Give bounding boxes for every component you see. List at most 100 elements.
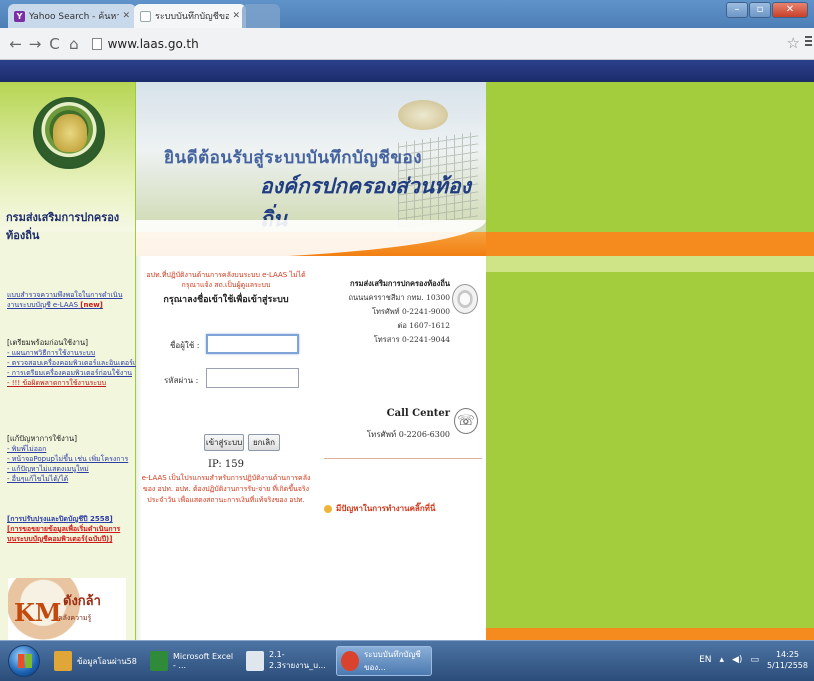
- call-center-phone: โทรศัพท์ 0-2206-6300: [366, 430, 450, 439]
- help-link-text: มีปัญหาในการทำงานคลิ๊กที่นี่: [336, 504, 436, 513]
- close-tab-icon[interactable]: ✕: [122, 11, 130, 21]
- problem-link[interactable]: - อื่นๆแก้ไขไม่ได้/ได้: [7, 474, 128, 484]
- login-button[interactable]: เข้าสู่ระบบ: [204, 434, 244, 451]
- problem-link[interactable]: - พิมพ์ไม่ออก: [7, 444, 128, 454]
- km-subtitle: ดังกล้า: [63, 594, 101, 609]
- km-banner[interactable]: KM ดังกล้า คลังความรู้: [8, 578, 126, 640]
- update-section: [การปรับปรุงและปิดบัญชีปี 2558] [การขอขย…: [7, 514, 120, 544]
- banner-line1: ยินดีต้อนรับสู่ระบบบันทึกบัญชีของ: [164, 148, 422, 168]
- show-hidden-icons-icon[interactable]: ▴: [719, 655, 724, 665]
- prepare-section: [เตรียมพร้อมก่อนใช้งาน] - แผนภาพวิธีการใ…: [7, 338, 145, 388]
- call-center-title: Call Center: [386, 408, 450, 419]
- back-arrow-icon[interactable]: ←: [6, 35, 25, 53]
- contact-fax: โทรสาร 0-2241-9044: [373, 335, 450, 344]
- prepare-heading: [เตรียมพร้อมก่อนใช้งาน]: [7, 338, 88, 347]
- address-bar[interactable]: www.laas.go.th: [91, 33, 814, 55]
- survey-block: แบบสำรวจความพึงพอใจในการดำเนิน งานระบบบั…: [7, 290, 123, 310]
- network-icon[interactable]: ▭: [750, 655, 759, 665]
- excel-icon: [150, 651, 168, 671]
- prepare-link[interactable]: - !!! ข้อผิดพลาดการใช้งานระบบ: [7, 378, 145, 388]
- survey-link-line2[interactable]: งานระบบบัญชี e-LAAS [new]: [7, 300, 123, 310]
- clock[interactable]: 14:25 5/11/2558: [767, 649, 808, 671]
- welcome-banner: ยินดีต้อนรับสู่ระบบบันทึกบัญชีของ องค์กร…: [136, 82, 486, 232]
- prepare-link[interactable]: - การเตรียมเครื่องคอมพิวเตอร์ก่อนใช้งาน: [7, 368, 145, 378]
- taskbar-label: Microsoft Excel - ...: [173, 652, 234, 670]
- problem-link[interactable]: - หน้าจอPopupไม่ขึ้น เช่น เพิ่มโครงการ: [7, 454, 128, 464]
- right-orange-stripe: [486, 232, 814, 256]
- seal-emblem: [53, 114, 87, 152]
- department-emblem-icon: [452, 284, 478, 314]
- login-shadow: [136, 256, 142, 640]
- windows-taskbar: ข้อมูลโอนผ่าน58 Microsoft Excel - ... 2.…: [0, 640, 814, 681]
- contact-panel: กรมส่งเสริมการปกครองท้องถิ่น ถนนนครราชสี…: [318, 256, 486, 640]
- prepare-link[interactable]: - แผนภาพวิธีการใช้งานระบบ: [7, 348, 145, 358]
- contact-address: ถนนนครราชสีมา กทม. 10300: [348, 293, 450, 302]
- problem-heading: [แก้ปัญหาการใช้งาน]: [7, 434, 78, 443]
- start-button[interactable]: [8, 645, 40, 677]
- contact-org: กรมส่งเสริมการปกครองท้องถิ่น: [350, 279, 450, 288]
- right-bottom-stripe: [486, 628, 814, 640]
- login-notice: อปท.ที่ปฏิบัติงานด้านการคลังบนระบบ e-LAA…: [146, 271, 306, 289]
- new-badge: [new]: [80, 301, 103, 309]
- login-heading: กรุณาลงชื่อเข้าใช้เพื่อเข้าสู่ระบบ: [163, 295, 289, 305]
- minimize-button[interactable]: –: [726, 2, 748, 18]
- department-seal-logo: [33, 97, 105, 169]
- department-title: กรมส่งเสริมการปกครองท้องถิ่น: [6, 211, 120, 242]
- username-input[interactable]: [206, 334, 299, 354]
- help-link[interactable]: มีปัญหาในการทำงานคลิ๊กที่นี่: [324, 502, 435, 515]
- system-description: e-LAAS เป็นโปรแกรมสำหรับการปฏิบัติงานด้า…: [141, 474, 311, 504]
- right-green-panel: [486, 82, 814, 640]
- password-input[interactable]: [206, 368, 299, 388]
- taskbar-item-folder[interactable]: ข้อมูลโอนผ่าน58: [50, 646, 140, 676]
- folder-icon: [54, 651, 72, 671]
- taskbar-item-chrome[interactable]: ระบบบันทึกบัญชีของ...: [336, 646, 432, 676]
- document-icon: [246, 651, 264, 671]
- update-link[interactable]: [การปรับปรุงและปิดบัญชีปี 2558]: [7, 514, 120, 524]
- browser-window: Y Yahoo Search - ค้นหาเว็บ ✕ ระบบบันทึกบ…: [0, 0, 814, 681]
- sidebar-header: กรมส่งเสริมการปกครองท้องถิ่น: [0, 82, 135, 242]
- update-link[interactable]: [การขอขยายข้อมูลเพื่อเริ่มดำเนินการ: [7, 524, 120, 534]
- taskbar-label: 2.1-2.3รายงาน_u...: [269, 650, 326, 670]
- km-logo: KM: [14, 598, 62, 627]
- volume-icon[interactable]: ◀): [732, 655, 742, 665]
- web-page: กรมส่งเสริมการปกครองท้องถิ่น แบบสำรวจควา…: [0, 60, 814, 640]
- bookmark-star-icon[interactable]: ☆: [787, 34, 800, 52]
- menu-icon[interactable]: [805, 36, 812, 48]
- bullet-icon: [324, 504, 332, 513]
- taskbar-item-document[interactable]: 2.1-2.3รายงาน_u...: [242, 646, 330, 676]
- username-label: ชื่อผู้ใช้ :: [170, 341, 200, 350]
- survey-link[interactable]: แบบสำรวจความพึงพอใจในการดำเนิน: [7, 290, 123, 300]
- contact-ext: ต่อ 1607-1612: [397, 321, 450, 330]
- taskbar-label: ระบบบันทึกบัญชีของ...: [364, 650, 421, 672]
- problem-link[interactable]: - แก้ปัญหาไม่แสดงเมนูใหม่: [7, 464, 128, 474]
- ip-address: IP: 159: [208, 459, 244, 470]
- taskbar-item-excel[interactable]: Microsoft Excel - ...: [146, 646, 236, 676]
- close-tab-icon[interactable]: ✕: [232, 11, 240, 21]
- browser-toolbar: ← → C ⌂ www.laas.go.th ☆: [0, 28, 814, 60]
- tab-title: Yahoo Search - ค้นหาเว็บ: [29, 12, 120, 22]
- home-icon[interactable]: ⌂: [64, 35, 83, 53]
- forward-arrow-icon[interactable]: →: [25, 35, 44, 53]
- url-text: www.laas.go.th: [107, 36, 199, 51]
- login-area: อปท.ที่ปฏิบัติงานด้านการคลังบนระบบ e-LAA…: [136, 256, 486, 640]
- close-window-button[interactable]: ✕: [772, 2, 808, 18]
- cancel-button[interactable]: ยกเลิก: [248, 434, 280, 451]
- maximize-button[interactable]: ▫: [749, 2, 771, 18]
- coin-graphic: [398, 100, 448, 130]
- update-link[interactable]: บนระบบบัญชีคอมพิวเตอร์(ฉบับปี)]: [7, 534, 120, 544]
- tab-laas[interactable]: ระบบบันทึกบัญชีขององค์กรปก ✕: [134, 4, 246, 28]
- clock-time: 14:25: [775, 650, 800, 659]
- prepare-link[interactable]: - ตรวจสอบเครื่องคอมพิวเตอร์และอินเตอร์เน…: [7, 358, 145, 368]
- language-indicator[interactable]: EN: [699, 655, 711, 665]
- chrome-icon: [341, 651, 359, 671]
- window-controls: – ▫ ✕: [726, 2, 808, 18]
- tab-yahoo-search[interactable]: Y Yahoo Search - ค้นหาเว็บ ✕: [8, 4, 136, 28]
- phone-icon: ☏: [454, 408, 478, 434]
- tab-title: ระบบบันทึกบัญชีขององค์กรปก: [155, 12, 230, 22]
- reload-icon[interactable]: C: [45, 35, 64, 53]
- login-form: อปท.ที่ปฏิบัติงานด้านการคลังบนระบบ e-LAA…: [136, 256, 316, 640]
- taskbar-label: ข้อมูลโอนผ่าน58: [77, 656, 137, 666]
- site-top-bar: [0, 60, 814, 82]
- new-tab-button[interactable]: [242, 4, 280, 28]
- password-label: รหัสผ่าน :: [164, 376, 199, 385]
